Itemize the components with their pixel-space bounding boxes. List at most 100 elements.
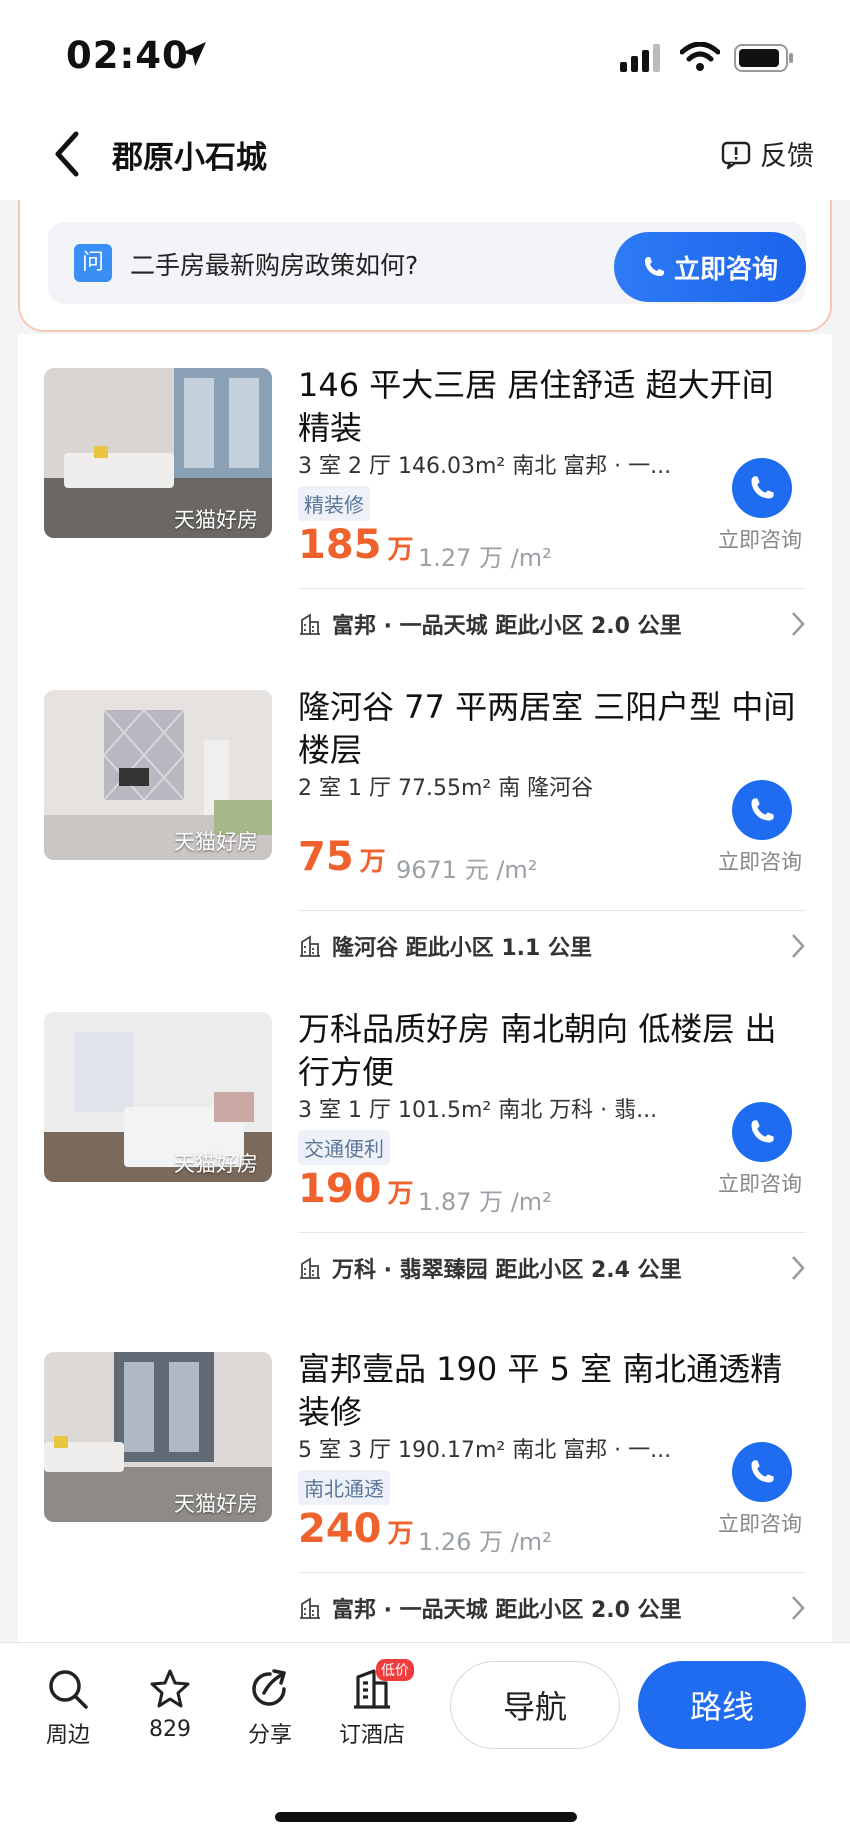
listing-price: 185 万: [298, 522, 414, 568]
feedback-button[interactable]: 反馈: [720, 134, 814, 173]
listing-tag: 精装修: [298, 486, 370, 521]
call-label[interactable]: 立即咨询: [718, 524, 802, 554]
back-chevron-icon[interactable]: [50, 128, 86, 180]
building-icon: [300, 613, 320, 635]
nearby-text: 富邦 · 一品天城 距此小区 2.0 公里: [332, 1598, 682, 1623]
listing-title: 146 平大三居 居住舒适 超大开间 精装: [298, 366, 774, 447]
thumbnail-source-tag: 天猫好房: [174, 508, 258, 532]
call-label[interactable]: 立即咨询: [718, 846, 802, 876]
question-badge: 问: [74, 244, 112, 282]
nearby-community-row[interactable]: 隆河谷 距此小区 1.1 公里: [298, 930, 592, 962]
chevron-right-icon: [792, 934, 805, 958]
listing-scroll-area[interactable]: 问 二手房最新购房政策如何? 立即咨询 天猫好房 146 平大三居 居住舒适 超…: [0, 200, 850, 1642]
wifi-icon: [680, 42, 720, 71]
building-icon: [300, 1597, 320, 1619]
nearby-community-row[interactable]: 富邦 · 一品天城 距此小区 2.0 公里: [298, 608, 682, 640]
listing-item[interactable]: 天猫好房 146 平大三居 居住舒适 超大开间 精装 3 室 2 厅 146.0…: [18, 334, 832, 674]
page-title: 郡原小石城: [112, 140, 267, 176]
nearby-tool[interactable]: 周边: [26, 1667, 110, 1749]
price-value: 190: [298, 1166, 382, 1212]
policy-promo-card: 问 二手房最新购房政策如何? 立即咨询: [18, 200, 832, 332]
thumbnail-source-tag: 天猫好房: [174, 830, 258, 854]
divider: [298, 1232, 806, 1233]
listing-thumbnail[interactable]: 天猫好房: [44, 1012, 272, 1182]
phone-icon: [751, 1460, 774, 1483]
battery-icon: [734, 44, 793, 72]
phone-icon: [751, 1120, 774, 1143]
listing-title: 富邦壹品 190 平 5 室 南北通透精装修: [298, 1350, 783, 1431]
navigate-button[interactable]: 导航: [450, 1661, 620, 1749]
chevron-right-icon: [792, 612, 805, 636]
call-button[interactable]: [732, 458, 792, 518]
price-unit: 万: [387, 535, 414, 565]
hotel-label: 订酒店: [338, 1723, 405, 1748]
thumbnail-source-tag: 天猫好房: [174, 1492, 258, 1516]
building-icon: [300, 935, 320, 957]
listing-price: 190 万: [298, 1166, 414, 1212]
consult-now-label: 立即咨询: [673, 254, 778, 285]
listing-price: 240 万: [298, 1506, 414, 1552]
listing-specs: 3 室 1 厅 101.5m² 南北 万科 · 翡...: [298, 1098, 658, 1123]
listing-thumbnail[interactable]: 天猫好房: [44, 368, 272, 538]
listing-item[interactable]: 天猫好房 万科品质好房 南北朝向 低楼层 出行方便 3 室 1 厅 101.5m…: [18, 996, 832, 1336]
call-button[interactable]: [732, 1442, 792, 1502]
phone-icon: [644, 257, 664, 276]
listing-unit-price: 1.27 万 /m²: [418, 544, 552, 572]
listing-specs: 5 室 3 厅 190.17m² 南北 富邦 · 一...: [298, 1438, 672, 1463]
consult-now-button[interactable]: 立即咨询: [614, 232, 806, 302]
listing-tag: 南北通透: [298, 1470, 390, 1505]
listing-thumbnail[interactable]: 天猫好房: [44, 690, 272, 860]
nearby-community-row[interactable]: 富邦 · 一品天城 距此小区 2.0 公里: [298, 1592, 682, 1624]
favorite-count: 829: [149, 1717, 191, 1742]
thumbnail-source-tag: 天猫好房: [174, 1152, 258, 1176]
policy-question-text: 二手房最新购房政策如何?: [130, 251, 419, 280]
phone-icon: [751, 798, 774, 821]
divider: [298, 588, 806, 589]
share-icon: [252, 1669, 286, 1706]
call-button[interactable]: [732, 780, 792, 840]
divider: [298, 910, 806, 911]
call-label[interactable]: 立即咨询: [718, 1168, 802, 1198]
bottom-action-bar: 周边 829 分享 订酒店 低价 导航 路线: [0, 1642, 850, 1839]
listing-tag: 交通便利: [298, 1130, 390, 1165]
listing-list: 天猫好房 146 平大三居 居住舒适 超大开间 精装 3 室 2 厅 146.0…: [18, 334, 832, 1642]
building-icon: [300, 1257, 320, 1279]
listing-thumbnail[interactable]: 天猫好房: [44, 1352, 272, 1522]
listing-item[interactable]: 天猫好房 富邦壹品 190 平 5 室 南北通透精装修 5 室 3 厅 190.…: [18, 1336, 832, 1642]
feedback-icon: [721, 141, 751, 169]
call-label[interactable]: 立即咨询: [718, 1508, 802, 1538]
cellular-signal-icon: [620, 44, 660, 72]
hotel-tool[interactable]: 订酒店 低价: [330, 1659, 414, 1749]
nearby-text: 万科 · 翡翠臻园 距此小区 2.4 公里: [332, 1258, 682, 1283]
location-arrow-icon: [182, 42, 206, 66]
nearby-community-row[interactable]: 万科 · 翡翠臻园 距此小区 2.4 公里: [298, 1252, 682, 1284]
share-tool[interactable]: 分享: [228, 1667, 312, 1749]
chevron-right-icon: [792, 1596, 805, 1620]
status-bar: 02:40: [0, 0, 850, 110]
divider: [298, 1572, 806, 1573]
price-value: 240: [298, 1506, 382, 1552]
favorite-tool[interactable]: 829: [128, 1667, 212, 1742]
price-unit: 万: [359, 847, 386, 877]
listing-title: 万科品质好房 南北朝向 低楼层 出行方便: [298, 1010, 777, 1091]
share-label: 分享: [247, 1723, 292, 1748]
nearby-text: 富邦 · 一品天城 距此小区 2.0 公里: [332, 614, 682, 639]
call-button[interactable]: [732, 1102, 792, 1162]
phone-icon: [751, 476, 774, 499]
price-value: 75: [298, 834, 354, 880]
listing-title: 隆河谷 77 平两居室 三阳户型 中间楼层: [298, 688, 796, 769]
listing-specs: 3 室 2 厅 146.03m² 南北 富邦 · 一...: [298, 454, 672, 479]
listing-unit-price: 1.87 万 /m²: [418, 1188, 552, 1216]
nearby-text: 隆河谷 距此小区 1.1 公里: [332, 936, 592, 961]
star-icon: [150, 1669, 190, 1708]
home-indicator[interactable]: [275, 1812, 577, 1822]
listing-specs: 2 室 1 厅 77.55m² 南 隆河谷: [298, 776, 594, 801]
listing-item[interactable]: 天猫好房 隆河谷 77 平两居室 三阳户型 中间楼层 2 室 1 厅 77.55…: [18, 674, 832, 996]
price-unit: 万: [387, 1519, 414, 1549]
listing-unit-price: 1.26 万 /m²: [418, 1528, 552, 1556]
search-icon: [49, 1670, 88, 1709]
route-button[interactable]: 路线: [638, 1661, 806, 1749]
nav-bar: 郡原小石城 反馈: [0, 110, 850, 200]
listing-unit-price: 9671 元 /m²: [396, 856, 538, 884]
low-price-badge: 低价: [376, 1659, 414, 1681]
